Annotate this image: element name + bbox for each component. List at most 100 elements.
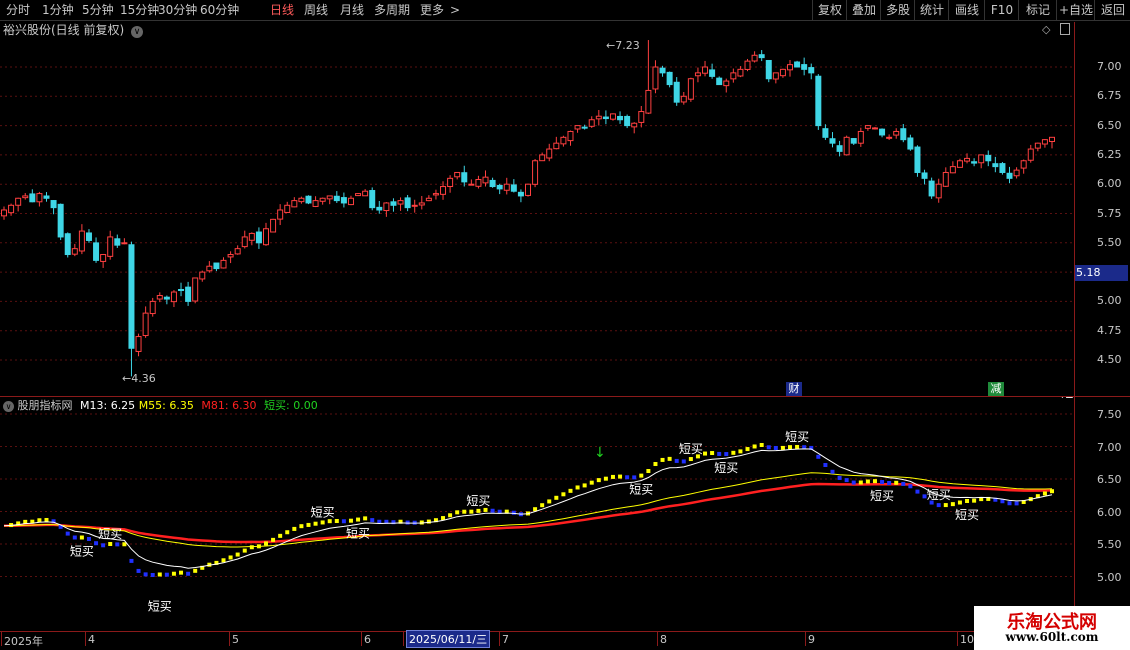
period-tab[interactable]: 周线 [304, 2, 328, 18]
candle-body [8, 204, 15, 214]
signal-dot [766, 445, 771, 450]
top-toolbar: 分时 1分钟 5分钟 15分钟 30分钟 60分钟 日线 周线 月线 多周期 更多 > 复权 叠加 多股统… [0, 0, 1130, 21]
candle-body [454, 171, 461, 178]
signal-dot [667, 456, 672, 461]
toolbar-button[interactable]: 统计 [914, 0, 949, 20]
toolbar-button[interactable]: F10 [984, 0, 1019, 20]
period-tab[interactable]: 5分钟 [82, 2, 114, 18]
candle-body [992, 163, 999, 168]
candle-body [170, 291, 177, 303]
signal-dot [306, 522, 311, 527]
candle-body [900, 128, 907, 141]
candle-body [64, 233, 71, 256]
candle-body [539, 154, 546, 162]
candle-body [291, 200, 298, 208]
candle-body [248, 232, 255, 241]
indicator-y-tick: 5.00 [1097, 570, 1122, 584]
signal-dot [363, 516, 368, 521]
date-label: 6 [364, 633, 371, 646]
candle-body [1027, 148, 1034, 161]
period-tab[interactable]: 月线 [340, 2, 364, 18]
candle-body [192, 277, 199, 302]
period-tab[interactable]: 更多 [420, 2, 444, 18]
high-price-value: 7.23 [615, 39, 640, 52]
candle-body [553, 142, 560, 150]
candle-body [744, 60, 751, 70]
candle-body [978, 154, 985, 164]
short-buy-signal: 短买 [466, 494, 490, 508]
period-tab[interactable]: 30分钟 [158, 2, 197, 18]
candle-body [107, 236, 114, 257]
date-tick [403, 632, 404, 646]
signal-dot [752, 444, 757, 449]
period-tab[interactable]: 分时 [6, 2, 30, 18]
candle-body [15, 197, 22, 206]
signal-dot [179, 570, 184, 575]
signal-dot [157, 572, 162, 577]
signal-dot [950, 502, 955, 507]
toolbar-button[interactable]: 多股 [880, 0, 915, 20]
candle-body [340, 197, 347, 204]
toolbar-button[interactable]: 复权 [812, 0, 847, 20]
candle-body [220, 259, 227, 269]
period-tab[interactable]: 多周期 [374, 2, 410, 18]
toolbar-button[interactable]: 返回 [1094, 0, 1130, 20]
event-marker-jian[interactable]: 减 [988, 382, 1004, 396]
candle-body [893, 130, 900, 136]
candle-body [815, 75, 822, 127]
indicator-y-tick: 5.50 [1097, 538, 1122, 551]
signal-dot [972, 498, 977, 503]
signal-dot [887, 481, 892, 486]
high-price-label: ←7.23 [606, 39, 640, 52]
period-tab[interactable]: 1分钟 [42, 2, 74, 18]
period-tab[interactable]: 日线 [270, 2, 294, 18]
candle-body [886, 136, 893, 139]
candle-body [772, 72, 779, 80]
short-buy-signal: 短买 [870, 489, 894, 503]
y-axis-tick: 4.50 [1097, 353, 1122, 366]
period-tab[interactable]: 15分钟 [120, 2, 159, 18]
toolbar-button[interactable]: 叠加 [846, 0, 881, 20]
candle-body [1006, 172, 1013, 179]
toolbar-button[interactable]: 标记 [1018, 0, 1057, 20]
candle-body [779, 68, 786, 77]
signal-dot [561, 492, 566, 497]
candle-body [702, 66, 709, 74]
candle-body [447, 177, 454, 188]
signal-dot [469, 509, 474, 514]
signal-dot [858, 480, 863, 485]
candle-body [326, 195, 333, 200]
toolbar-button[interactable]: 画线 [948, 0, 985, 20]
candle-body [333, 195, 340, 202]
candle-body [149, 300, 156, 315]
period-tab[interactable]: 60分钟 [200, 2, 239, 18]
candle-body [85, 232, 92, 241]
y-axis-tick: 6.25 [1097, 147, 1122, 161]
chevron-right-icon[interactable]: > [450, 2, 460, 18]
short-buy-signal: 短买 [311, 505, 335, 519]
candle-body [787, 64, 793, 71]
candle-body [546, 148, 553, 159]
candle-body [574, 125, 581, 130]
candle-body [50, 200, 57, 209]
signal-dot [221, 558, 226, 563]
toolbar-button[interactable]: +自选 [1056, 0, 1095, 20]
candle-body [227, 254, 234, 258]
candle-body [29, 193, 36, 203]
signal-dot [943, 503, 948, 508]
signal-dot [327, 519, 332, 524]
signal-dot [143, 572, 148, 577]
candle-body [857, 130, 864, 144]
signal-dot [872, 479, 877, 484]
candle-body [999, 163, 1006, 173]
signal-dot [490, 508, 495, 513]
candle-body [850, 138, 857, 144]
signal-dot [370, 518, 375, 523]
signal-dot [894, 480, 899, 485]
candle-body [723, 80, 730, 87]
candle-body [43, 195, 50, 199]
candle-body [836, 145, 843, 152]
event-marker-caibao[interactable]: 财 [786, 382, 802, 396]
candle-body [206, 265, 213, 272]
candle-body [602, 116, 609, 120]
